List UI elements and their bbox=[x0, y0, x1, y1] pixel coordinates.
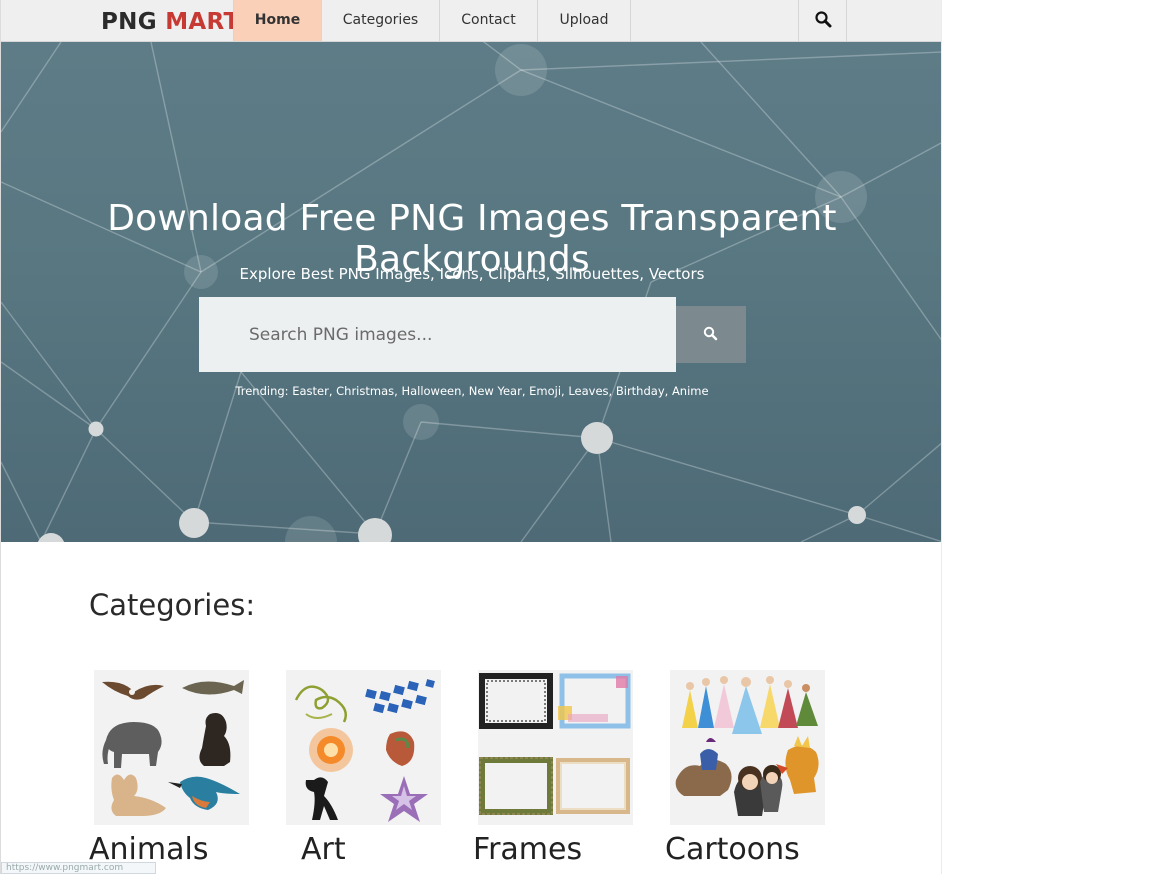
nav-search-button[interactable] bbox=[798, 0, 847, 41]
trending-link-easter[interactable]: Easter bbox=[292, 384, 329, 398]
hero-banner: Download Free PNG Images Transparent Bac… bbox=[1, 42, 941, 542]
animals-thumbnail-icon bbox=[94, 670, 249, 825]
trending-link-leaves[interactable]: Leaves bbox=[568, 384, 608, 398]
frames-thumbnail-icon bbox=[478, 670, 633, 825]
trending-link-new-year[interactable]: New Year bbox=[469, 384, 522, 398]
category-label-frames[interactable]: Frames bbox=[473, 832, 582, 867]
category-card-animals[interactable] bbox=[94, 670, 249, 825]
trending-link-emoji[interactable]: Emoji bbox=[529, 384, 561, 398]
search-icon bbox=[815, 11, 832, 28]
category-label-cartoons[interactable]: Cartoons bbox=[665, 832, 800, 867]
nav-upload[interactable]: Upload bbox=[537, 0, 631, 41]
trending-link-christmas[interactable]: Christmas bbox=[336, 384, 394, 398]
nav-home[interactable]: Home bbox=[233, 0, 321, 41]
page: PNG MART Home Categories Contact Upload bbox=[0, 0, 942, 874]
nav-categories[interactable]: Categories bbox=[321, 0, 439, 41]
trending-link-halloween[interactable]: Halloween bbox=[401, 384, 461, 398]
trending-links: Trending: Easter, Christmas, Halloween, … bbox=[235, 384, 709, 398]
category-card-frames[interactable] bbox=[478, 670, 633, 825]
search-icon bbox=[703, 326, 718, 341]
art-thumbnail-icon bbox=[286, 670, 441, 825]
category-card-cartoons[interactable] bbox=[670, 670, 825, 825]
top-navbar: PNG MART Home Categories Contact Upload bbox=[1, 0, 941, 42]
category-label-art[interactable]: Art bbox=[301, 832, 346, 867]
search-button[interactable] bbox=[676, 306, 746, 363]
category-card-art[interactable] bbox=[286, 670, 441, 825]
network-background-graphic bbox=[1, 42, 941, 542]
nav-contact[interactable]: Contact bbox=[439, 0, 537, 41]
hero-subtitle: Explore Best PNG Images, Icons, Cliparts… bbox=[239, 265, 705, 283]
trending-label: Trending: bbox=[235, 384, 289, 398]
site-logo[interactable]: PNG MART bbox=[101, 9, 239, 35]
cartoons-thumbnail-icon bbox=[670, 670, 825, 825]
trending-link-birthday[interactable]: Birthday bbox=[616, 384, 665, 398]
search-input[interactable] bbox=[199, 297, 676, 372]
logo-text-png: PNG bbox=[101, 9, 157, 35]
categories-heading: Categories: bbox=[89, 588, 256, 622]
trending-link-anime[interactable]: Anime bbox=[672, 384, 709, 398]
browser-status-url: https://www.pngmart.com bbox=[1, 862, 156, 874]
logo-text-mart: MART bbox=[165, 9, 240, 35]
